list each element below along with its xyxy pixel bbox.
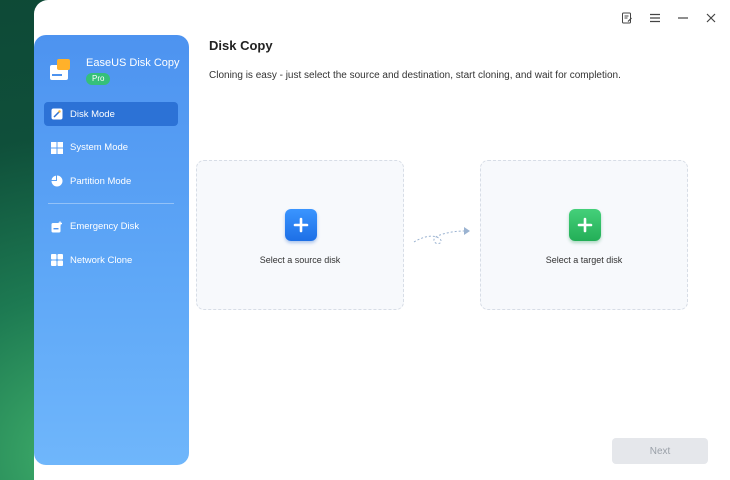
- sidebar-item-label: System Mode: [70, 142, 129, 153]
- clone-direction-arrow-icon: [413, 227, 470, 245]
- plus-icon: [293, 217, 309, 233]
- menu-icon[interactable]: [644, 8, 666, 28]
- sidebar-item-label: Network Clone: [70, 254, 133, 266]
- network-clone-icon: [51, 254, 63, 266]
- app-window: EaseUS Disk Copy Pro Disk Mode System Mo…: [34, 0, 730, 480]
- sidebar-item-system-mode[interactable]: System Mode: [44, 136, 178, 160]
- plus-icon: [577, 217, 593, 233]
- sidebar-item-network-clone[interactable]: Network Clone: [44, 248, 178, 272]
- source-disk-card[interactable]: Select a source disk: [196, 160, 404, 310]
- close-icon[interactable]: [700, 8, 722, 28]
- emergency-disk-icon: [51, 221, 63, 233]
- brand: EaseUS Disk Copy Pro: [48, 55, 183, 95]
- titlebar-controls: [616, 8, 722, 28]
- sidebar-item-label: Disk Mode: [70, 108, 115, 120]
- page-subtitle: Cloning is easy - just select the source…: [209, 70, 621, 81]
- source-card-label: Select a source disk: [259, 255, 341, 265]
- minimize-icon[interactable]: [672, 8, 694, 28]
- sidebar-nav: Disk Mode System Mode Partition Mode Eme: [44, 102, 178, 282]
- add-target-button[interactable]: [569, 209, 601, 241]
- sidebar-item-disk-mode[interactable]: Disk Mode: [44, 102, 178, 126]
- pie-chart-icon: [51, 175, 63, 187]
- sidebar-divider: [48, 202, 174, 204]
- windows-icon: [51, 141, 63, 154]
- sidebar: EaseUS Disk Copy Pro Disk Mode System Mo…: [34, 35, 189, 465]
- sidebar-item-label: Emergency Disk: [70, 221, 140, 232]
- page-title: Disk Copy: [209, 38, 273, 53]
- target-card-label: Select a target disk: [545, 255, 623, 265]
- app-name: EaseUS Disk Copy: [86, 57, 180, 69]
- sidebar-item-label: Partition Mode: [70, 175, 132, 187]
- next-button[interactable]: Next: [612, 438, 708, 464]
- sidebar-item-partition-mode[interactable]: Partition Mode: [44, 169, 178, 193]
- target-disk-card[interactable]: Select a target disk: [480, 160, 688, 310]
- add-source-button[interactable]: [285, 209, 317, 241]
- sidebar-item-emergency-disk[interactable]: Emergency Disk: [44, 215, 178, 239]
- notes-icon[interactable]: [616, 8, 638, 28]
- app-logo-icon: [48, 57, 74, 83]
- disk-mode-icon: [51, 108, 63, 120]
- edition-badge: Pro: [86, 73, 111, 85]
